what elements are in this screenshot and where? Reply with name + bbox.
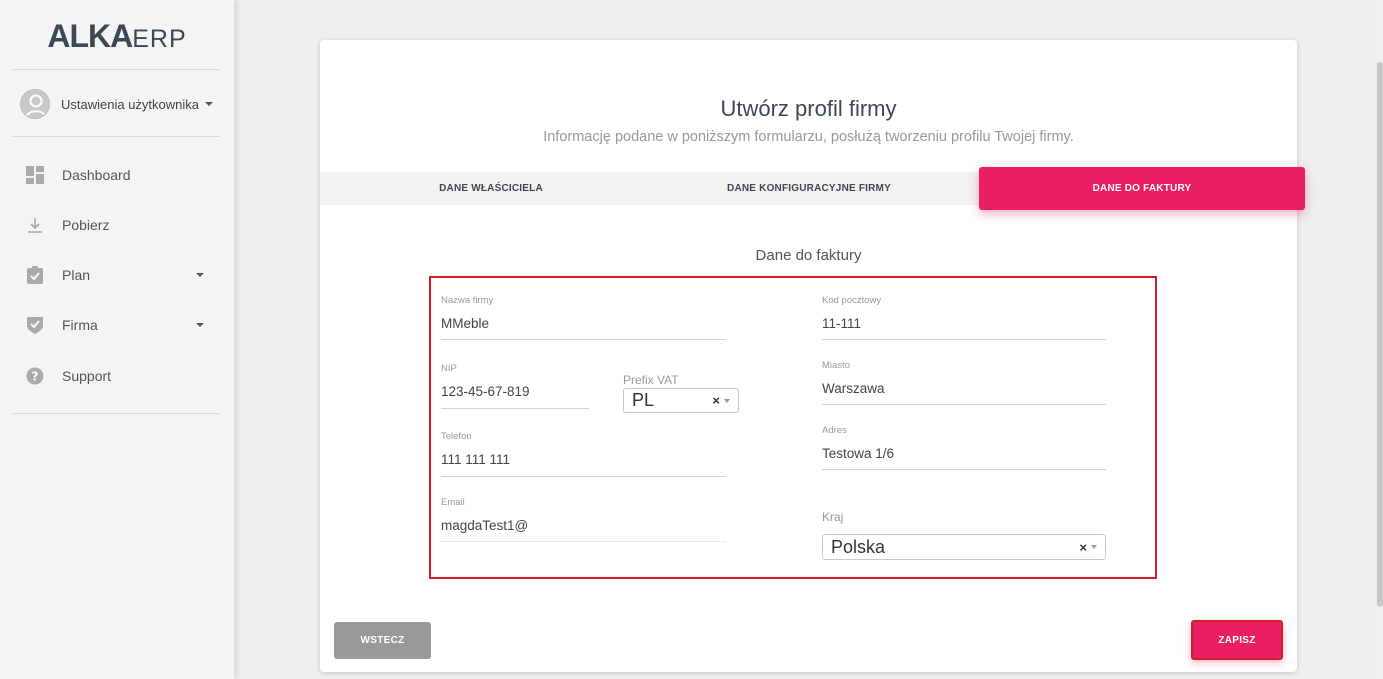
postal-code-label: Kod pocztowy (822, 295, 882, 306)
input-underline (822, 339, 1106, 340)
shield-check-icon (26, 316, 44, 334)
back-button[interactable]: WSTECZ (334, 622, 431, 659)
postal-code-field[interactable]: Kod pocztowy 11-111 (822, 295, 1106, 342)
sidebar-item-plan[interactable]: Plan (26, 260, 216, 290)
company-name-label: Nazwa firmy (441, 295, 494, 306)
address-field[interactable]: Adres Testowa 1/6 (822, 425, 1106, 472)
avatar (20, 89, 50, 119)
city-input[interactable]: Warszawa (822, 381, 1106, 396)
svg-text:?: ? (32, 370, 39, 384)
city-field[interactable]: Miasto Warszawa (822, 360, 1106, 407)
input-underline (822, 469, 1106, 470)
sidebar-item-dashboard[interactable]: Dashboard (26, 160, 216, 190)
clipboard-check-icon (26, 266, 44, 284)
clear-icon[interactable]: × (1079, 540, 1087, 555)
logo-main-text: ALKA (47, 18, 133, 54)
tab-dane-do-faktury[interactable]: DANE DO FAKTURY (979, 167, 1305, 210)
sidebar-item-label: Dashboard (62, 167, 131, 183)
postal-code-input[interactable]: 11-111 (822, 316, 1106, 331)
page-title: Utwórz profil firmy (720, 96, 897, 121)
nip-field[interactable]: NIP 123-45-67-819 (441, 363, 589, 410)
address-label: Adres (822, 425, 847, 436)
vat-prefix-select[interactable]: PL × (623, 388, 739, 413)
wizard-tabs: DANE WŁAŚCICIELA DANE KONFIGURACYJNE FIR… (320, 167, 1305, 210)
dashboard-icon (26, 166, 44, 184)
sidebar-item-pobierz[interactable]: Pobierz (26, 210, 216, 240)
phone-input[interactable]: 111 111 111 (441, 452, 726, 467)
company-name-input[interactable]: MMeble (441, 316, 726, 331)
input-underline (441, 408, 589, 409)
sidebar-item-label: Firma (62, 317, 98, 333)
user-avatar-icon (21, 90, 49, 118)
vat-prefix-label: Prefix VAT (623, 373, 679, 387)
country-field: Kraj (822, 510, 1106, 524)
chevron-down-icon (205, 102, 214, 106)
section-title: Dane do faktury (755, 247, 862, 264)
phone-label: Telefon (441, 431, 472, 442)
company-name-field[interactable]: Nazwa firmy MMeble (441, 295, 726, 342)
clear-icon[interactable]: × (712, 393, 720, 408)
sidebar-item-label: Plan (62, 267, 91, 283)
city-label: Miasto (822, 360, 850, 371)
input-underline (441, 476, 726, 477)
vat-prefix-value: PL (632, 390, 655, 410)
country-value: Polska (831, 536, 886, 557)
page-scrollbar[interactable] (1377, 0, 1383, 679)
email-label: Email (441, 497, 465, 508)
chevron-down-icon (1091, 545, 1097, 549)
vat-prefix-field: Prefix VAT (623, 373, 739, 387)
sidebar: ALKAERP Ustawienia użytkownika Dashboard… (0, 0, 234, 679)
input-underline (441, 339, 726, 340)
sidebar-item-label: Pobierz (62, 217, 110, 233)
sidebar-divider (13, 69, 220, 70)
sidebar-divider (13, 136, 220, 137)
sidebar-divider (13, 413, 220, 414)
chevron-down-icon (196, 273, 204, 277)
save-button[interactable]: ZAPISZ (1191, 620, 1283, 660)
input-underline (441, 541, 726, 542)
sidebar-item-firma[interactable]: Firma (26, 310, 216, 340)
scrollbar-thumb[interactable] (1377, 62, 1383, 607)
country-select[interactable]: Polska × (822, 534, 1106, 560)
page-subtitle: Informację podane w poniższym formularzu… (543, 129, 1074, 145)
user-settings-menu[interactable]: Ustawienia użytkownika (20, 87, 214, 121)
logo-suffix-text: ERP (132, 25, 187, 53)
nip-input[interactable]: 123-45-67-819 (441, 384, 589, 399)
user-settings-label: Ustawienia użytkownika (61, 96, 200, 112)
help-icon: ? (26, 367, 44, 385)
chevron-down-icon (196, 323, 204, 327)
phone-field[interactable]: Telefon 111 111 111 (441, 431, 726, 478)
tab-dane-wlasciciela[interactable]: DANE WŁAŚCICIELA (320, 172, 662, 205)
country-label: Kraj (822, 510, 844, 524)
input-underline (822, 404, 1106, 405)
company-profile-card: Utwórz profil firmy Informację podane w … (320, 40, 1305, 672)
invoice-form: Nazwa firmy MMeble NIP 123-45-67-819 Pre… (429, 276, 1157, 579)
address-input[interactable]: Testowa 1/6 (822, 446, 1106, 461)
email-input[interactable]: magdaTest1@ (441, 518, 726, 533)
sidebar-item-label: Support (62, 368, 112, 384)
sidebar-item-support[interactable]: ? Support (26, 361, 216, 391)
logo: ALKAERP (0, 18, 234, 55)
nip-label: NIP (441, 363, 457, 374)
tab-dane-konfiguracyjne-firmy[interactable]: DANE KONFIGURACYJNE FIRMY (640, 172, 978, 205)
chevron-down-icon (724, 398, 730, 403)
email-field[interactable]: Email magdaTest1@ (441, 497, 726, 544)
download-icon (26, 216, 44, 234)
